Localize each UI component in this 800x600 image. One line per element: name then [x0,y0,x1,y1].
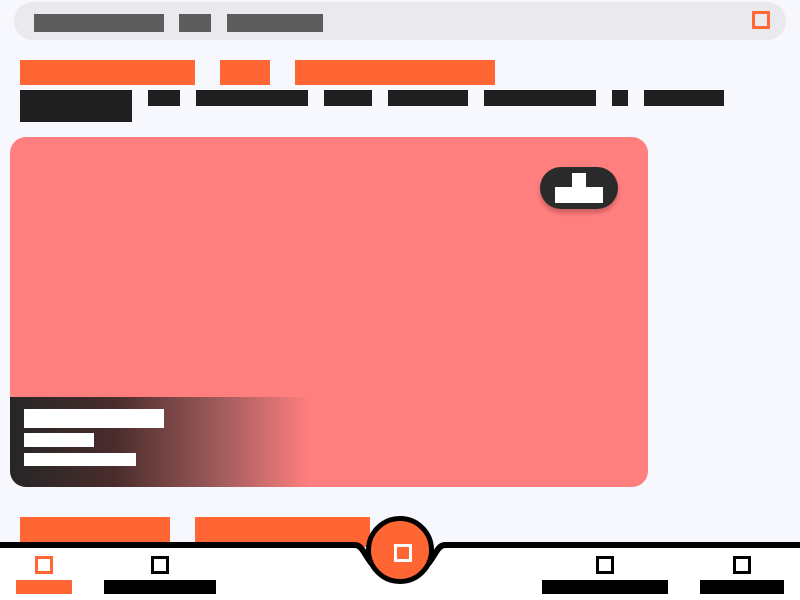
nav-label[interactable] [700,580,784,594]
bottom-navigation [0,516,800,600]
filter-tab[interactable] [612,90,628,106]
app-screen [0,0,800,600]
upload-icon-base [555,187,603,203]
nav-label[interactable] [542,580,668,594]
filter-tab[interactable] [324,90,372,106]
filter-tab[interactable] [148,90,180,106]
search-bar[interactable] [14,2,786,40]
nav-icon[interactable] [596,556,614,574]
nav-icon[interactable] [733,556,751,574]
search-placeholder-part [34,14,164,32]
category-chip[interactable] [295,60,495,85]
search-placeholder-part [227,14,323,32]
nav-icon[interactable] [151,556,169,574]
hero-title [24,409,164,428]
filter-tab[interactable] [644,90,724,106]
nav-label[interactable] [104,580,216,594]
category-chip[interactable] [20,60,195,85]
hero-caption-overlay [10,397,310,487]
hero-meta [24,453,136,466]
filter-tab[interactable] [388,90,468,106]
upload-button[interactable] [540,167,618,209]
nav-home-icon[interactable] [35,556,53,574]
nav-label[interactable] [16,580,72,594]
upload-icon [572,173,586,187]
center-action-button[interactable] [366,516,434,584]
filter-tab[interactable] [196,90,308,106]
hero-subtitle [24,433,94,447]
square-icon[interactable] [752,11,770,29]
filter-tab[interactable] [484,90,596,106]
filter-tab-selected[interactable] [20,90,132,122]
square-icon [394,544,412,562]
hero-card[interactable] [10,137,648,487]
search-placeholder-part [179,14,211,32]
category-chip[interactable] [220,60,270,85]
